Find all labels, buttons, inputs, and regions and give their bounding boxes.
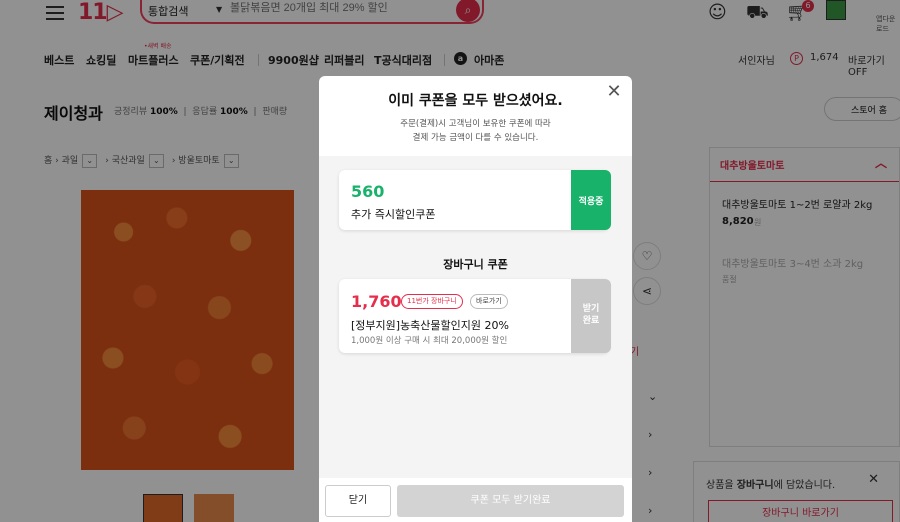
go-shortcut-chip[interactable]: 바로가기 [470,294,508,309]
cart-coupon-section-title: 장바구니 쿠폰 [443,258,508,271]
receive-all-coupons-button[interactable]: 쿠폰 모두 받기완료 [397,485,624,517]
coupon-stub-label-line1: 받기 [582,304,600,314]
close-button[interactable]: 닫기 [325,485,391,517]
coupon-condition: 1,000원 이상 구매 시 최대 20,000원 할인 [351,336,508,346]
coupon-received-stub: 받기 완료 [567,279,611,353]
modal-footer: 닫기 쿠폰 모두 받기완료 [319,478,632,522]
coupon-name: [정부지원]농축산물할인지원 20% [351,319,509,332]
coupon-name: 추가 즉시할인쿠폰 [351,208,436,221]
coupon-modal: 이미 쿠폰을 모두 받으셨어요. ✕ 주문(결제)시 고객님이 보유한 쿠폰에 … [319,76,632,522]
modal-subtitle-line1: 주문(결제)시 고객님이 보유한 쿠폰에 따라 [400,119,551,129]
modal-subtitle-line2: 결제 가능 금액이 다를 수 있습니다. [412,133,539,143]
close-icon[interactable]: ✕ [606,83,622,101]
coupon-amount: 560 [351,182,385,201]
coupon-amount: 1,760 [351,292,402,311]
cart-coupon-chip: 11번가 장바구니 [401,294,463,309]
coupon-card-instant: 560 추가 즉시할인쿠폰 적용중 [339,170,611,230]
coupon-card-cart: 1,760 11번가 장바구니 바로가기 [정부지원]농축산물할인지원 20% … [339,279,611,353]
modal-body: 560 추가 즉시할인쿠폰 적용중 장바구니 쿠폰 1,760 11번가 장바구… [319,156,632,478]
coupon-applied-stub: 적용중 [567,170,611,230]
coupon-stub-label-line2: 완료 [582,316,600,326]
coupon-stub-label: 적용중 [578,197,604,207]
modal-title: 이미 쿠폰을 모두 받으셨어요. [388,93,563,109]
